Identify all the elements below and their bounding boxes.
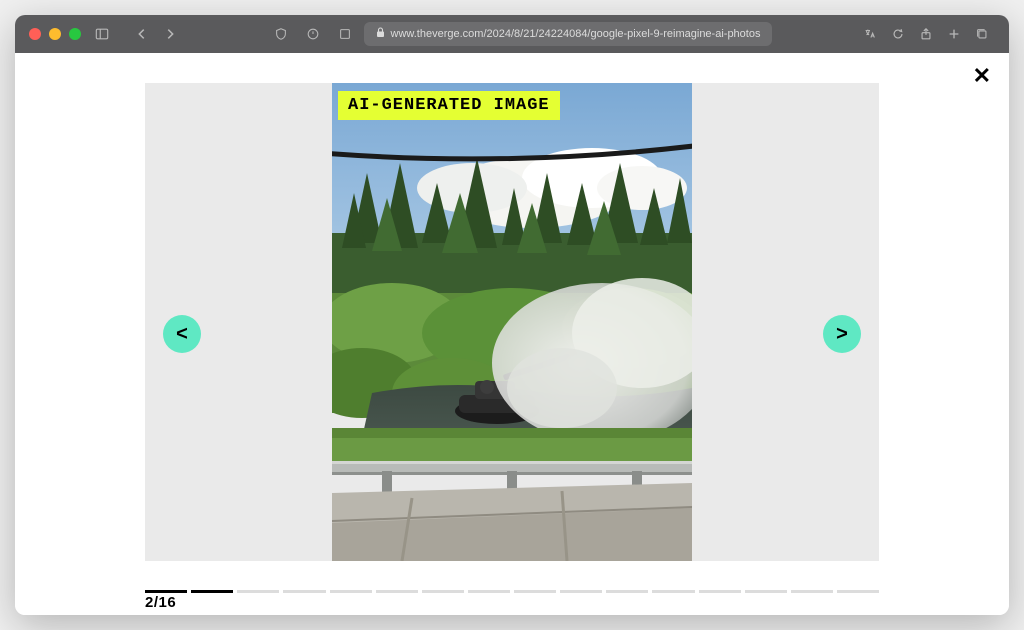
- forward-button[interactable]: [157, 23, 183, 45]
- maximize-window-button[interactable]: [69, 28, 81, 40]
- browser-toolbar: www.theverge.com/2024/8/21/24224084/goog…: [15, 15, 1009, 53]
- progress-segment[interactable]: [514, 590, 556, 593]
- progress-segment[interactable]: [606, 590, 648, 593]
- share-icon[interactable]: [913, 23, 939, 45]
- close-window-button[interactable]: [29, 28, 41, 40]
- progress-segment[interactable]: [376, 590, 418, 593]
- lock-icon: [376, 27, 385, 41]
- progress-segment[interactable]: [145, 590, 187, 593]
- progress-segment[interactable]: [330, 590, 372, 593]
- progress-segment[interactable]: [283, 590, 325, 593]
- progress-segment[interactable]: [837, 590, 879, 593]
- translate-icon[interactable]: [857, 23, 883, 45]
- new-tab-icon[interactable]: [941, 23, 967, 45]
- back-button[interactable]: [129, 23, 155, 45]
- traffic-lights: [29, 28, 81, 40]
- progress-segment[interactable]: [468, 590, 510, 593]
- shield-icon[interactable]: [268, 23, 294, 45]
- home-icon[interactable]: [300, 23, 326, 45]
- page-content: ✕ AI-GENERATED IMAGE: [15, 53, 1009, 615]
- gallery-image: AI-GENERATED IMAGE: [332, 83, 692, 561]
- tabs-icon[interactable]: [969, 23, 995, 45]
- progress-segment[interactable]: [699, 590, 741, 593]
- gallery-next-button[interactable]: >: [823, 315, 861, 353]
- gallery-prev-button[interactable]: <: [163, 315, 201, 353]
- progress-segment[interactable]: [791, 590, 833, 593]
- url-text: www.theverge.com/2024/8/21/24224084/goog…: [391, 28, 761, 40]
- sidebar-toggle-icon[interactable]: [89, 23, 115, 45]
- progress-segment[interactable]: [422, 590, 464, 593]
- text-size-icon[interactable]: [332, 23, 358, 45]
- address-bar[interactable]: www.theverge.com/2024/8/21/24224084/goog…: [364, 22, 773, 46]
- gallery-viewport: AI-GENERATED IMAGE: [145, 83, 879, 561]
- minimize-window-button[interactable]: [49, 28, 61, 40]
- progress-segment[interactable]: [652, 590, 694, 593]
- progress-segment[interactable]: [560, 590, 602, 593]
- progress-segment[interactable]: [191, 590, 233, 593]
- close-lightbox-button[interactable]: ✕: [973, 63, 991, 89]
- progress-segment[interactable]: [745, 590, 787, 593]
- gallery-progress-bar: [145, 590, 879, 593]
- ai-generated-badge: AI-GENERATED IMAGE: [338, 91, 560, 120]
- reload-icon[interactable]: [885, 23, 911, 45]
- gallery-counter: 2/16: [145, 594, 176, 611]
- progress-segment[interactable]: [237, 590, 279, 593]
- browser-window: www.theverge.com/2024/8/21/24224084/goog…: [15, 15, 1009, 615]
